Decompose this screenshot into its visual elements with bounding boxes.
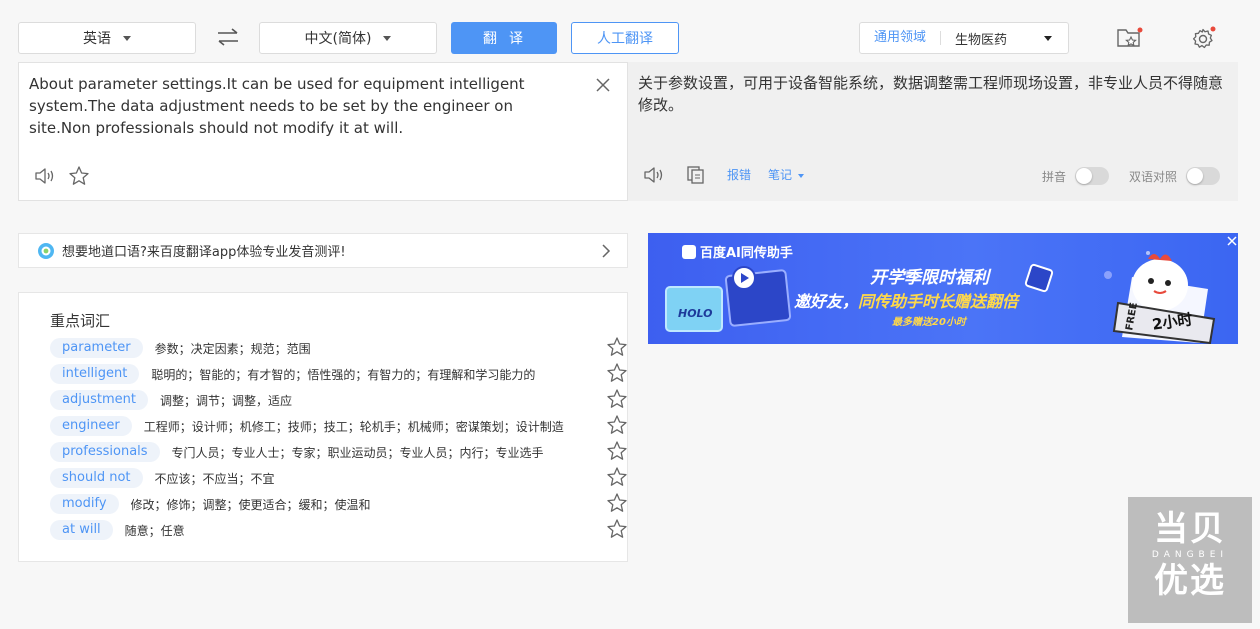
swap-languages-button[interactable] xyxy=(213,24,243,50)
vocab-row: at will 随意；任意 xyxy=(50,519,627,541)
source-language-select[interactable]: 英语 xyxy=(18,22,196,54)
banner-brand-text: 百度AI同传助手 xyxy=(700,246,793,261)
banner-close-button[interactable] xyxy=(1224,233,1238,247)
swap-icon xyxy=(218,28,238,46)
settings-button[interactable] xyxy=(1188,24,1218,52)
promo-text: 想要地道口语?来百度翻译app体验专业发音测评! xyxy=(62,245,346,260)
toggle-knob xyxy=(1187,168,1203,184)
star-icon xyxy=(69,166,89,185)
key-vocabulary-panel: 重点词汇 parameter 参数；决定因素；规范；范围 intelligent 聪明… xyxy=(18,292,628,562)
vocab-word[interactable]: intelligent xyxy=(50,364,140,384)
translate-button[interactable]: 翻译 xyxy=(451,22,557,54)
vocab-word[interactable]: engineer xyxy=(50,416,132,436)
banner-headline: 开学季限时福利 xyxy=(870,268,989,288)
banner-subline-b: 同传助手时长赠送翻倍 xyxy=(858,292,1019,311)
translation-result-text: 关于参数设置，可用于设备智能系统，数据调整需工程师现场设置，非专业人员不得随意修… xyxy=(638,74,1224,114)
source-speak-button[interactable] xyxy=(33,165,57,187)
translation-result-panel: 关于参数设置，可用于设备智能系统，数据调整需工程师现场设置，非专业人员不得随意修… xyxy=(628,62,1238,201)
vocab-word[interactable]: adjustment xyxy=(50,390,148,410)
pinyin-label: 拼音 xyxy=(1042,170,1067,184)
vocab-row: professionals 专门人员；专业人士；专家；职业运动员；专业人员；内行；… xyxy=(50,441,627,463)
star-icon[interactable] xyxy=(606,466,628,488)
chevron-right-icon xyxy=(602,244,611,258)
clear-button[interactable] xyxy=(593,75,613,95)
vocab-definition: 聪明的；智能的；有才智的；悟性强的；有智力的；有理解和学习能力的 xyxy=(151,367,536,382)
banner-ad[interactable]: 百度AI同传助手 开学季限时福利 邀好友，同传助手时长赠送翻倍 最多赠送20小时… xyxy=(648,233,1238,344)
watermark-top: 当贝 xyxy=(1154,509,1226,549)
banner-subline-a: 邀好友， xyxy=(794,292,859,311)
dangbei-watermark: 当贝 DANGBEI 优选 xyxy=(1128,497,1252,623)
vocab-definition: 修改；修饰；调整；使更适合；缓和；使温和 xyxy=(130,497,371,512)
banner-note: 最多赠送20小时 xyxy=(892,317,966,328)
chevron-down-icon xyxy=(383,35,392,41)
vocab-row: parameter 参数；决定因素；规范；范围 xyxy=(50,337,627,359)
app-promo-link[interactable]: 想要地道口语?来百度翻译app体验专业发音测评! xyxy=(18,233,628,268)
caret-down-icon xyxy=(797,173,804,178)
banner-screen-text: HOLO xyxy=(678,307,713,320)
copy-icon xyxy=(687,166,704,184)
star-icon[interactable] xyxy=(606,362,628,384)
star-icon[interactable] xyxy=(606,440,628,462)
target-language-select[interactable]: 中文(简体) xyxy=(259,22,437,54)
chevron-down-icon xyxy=(123,35,131,41)
vocab-word[interactable]: modify xyxy=(50,494,119,514)
notes-label: 笔记 xyxy=(768,168,793,182)
vocab-definition: 参数；决定因素；规范；范围 xyxy=(154,341,311,356)
source-text-panel[interactable]: About parameter settings.It can be used … xyxy=(18,62,628,201)
bilingual-label: 双语对照 xyxy=(1129,170,1178,184)
speaker-icon xyxy=(644,167,663,183)
speaker-icon xyxy=(35,168,54,184)
vocab-row: modify 修改；修饰；调整；使更适合；缓和；使温和 xyxy=(50,493,627,515)
gear-icon xyxy=(1192,26,1216,49)
bilingual-toggle[interactable] xyxy=(1186,167,1220,185)
human-translate-button[interactable]: 人工翻译 xyxy=(571,22,679,54)
vocab-word[interactable]: should not xyxy=(50,468,143,488)
vocab-word[interactable]: professionals xyxy=(50,442,160,462)
app-logo-icon xyxy=(38,242,54,259)
vocab-definition: 随意；任意 xyxy=(124,523,185,538)
watermark-bottom: 优选 xyxy=(1154,561,1226,601)
vocab-row: engineer 工程师；设计师；机修工；技师；技工；轮机手；机械师；密谋策划；设… xyxy=(50,415,627,437)
domain-label: 通用领域 xyxy=(860,31,942,45)
vocab-definition: 工程师；设计师；机修工；技师；技工；轮机手；机械师；密谋策划；设计制造 xyxy=(143,419,564,434)
report-error-link[interactable]: 报错 xyxy=(727,166,751,183)
copy-button[interactable] xyxy=(684,164,708,186)
star-icon[interactable] xyxy=(606,336,628,358)
source-language-label: 英语 xyxy=(83,31,111,47)
domain-value: 生物医药 xyxy=(955,32,1008,48)
vocab-definition: 专门人员；专业人士；专家；职业运动员；专业人员；内行；专业选手 xyxy=(171,445,544,460)
star-icon[interactable] xyxy=(606,388,628,410)
source-favorite-button[interactable] xyxy=(67,165,91,187)
brand-logo-icon xyxy=(682,244,696,259)
vocab-row: intelligent 聪明的；智能的；有才智的；悟性强的；有智力的；有理解和学习… xyxy=(50,363,627,385)
source-text-input[interactable]: About parameter settings.It can be used … xyxy=(29,73,579,139)
star-icon[interactable] xyxy=(606,414,628,436)
favorites-folder-button[interactable] xyxy=(1114,24,1144,52)
vocab-word[interactable]: parameter xyxy=(50,338,143,358)
folder-star-icon xyxy=(1117,27,1143,47)
chevron-down-icon xyxy=(1044,35,1052,41)
banner-brand: 百度AI同传助手 xyxy=(682,242,793,261)
close-icon xyxy=(596,78,610,92)
vocab-definition: 不应该；不应当；不宜 xyxy=(154,471,275,486)
star-icon[interactable] xyxy=(606,518,628,540)
notes-link[interactable]: 笔记 xyxy=(768,166,804,183)
target-language-label: 中文(简体) xyxy=(304,31,372,47)
banner-subline: 邀好友，同传助手时长赠送翻倍 xyxy=(794,288,1018,312)
watermark-middle: DANGBEI xyxy=(1151,550,1229,560)
vocab-definition: 调整；调节；调整，适应 xyxy=(159,393,292,408)
domain-select[interactable]: 通用领域 生物医药 xyxy=(859,22,1069,54)
vocab-row: adjustment 调整；调节；调整，适应 xyxy=(50,389,627,411)
pinyin-toggle[interactable] xyxy=(1075,167,1109,185)
vocab-title: 重点词汇 xyxy=(50,312,111,330)
toggle-knob xyxy=(1076,168,1092,184)
vocab-row: should not 不应该；不应当；不宜 xyxy=(50,467,627,489)
vocab-word[interactable]: at will xyxy=(50,520,113,540)
star-icon[interactable] xyxy=(606,492,628,514)
target-speak-button[interactable] xyxy=(642,164,666,186)
